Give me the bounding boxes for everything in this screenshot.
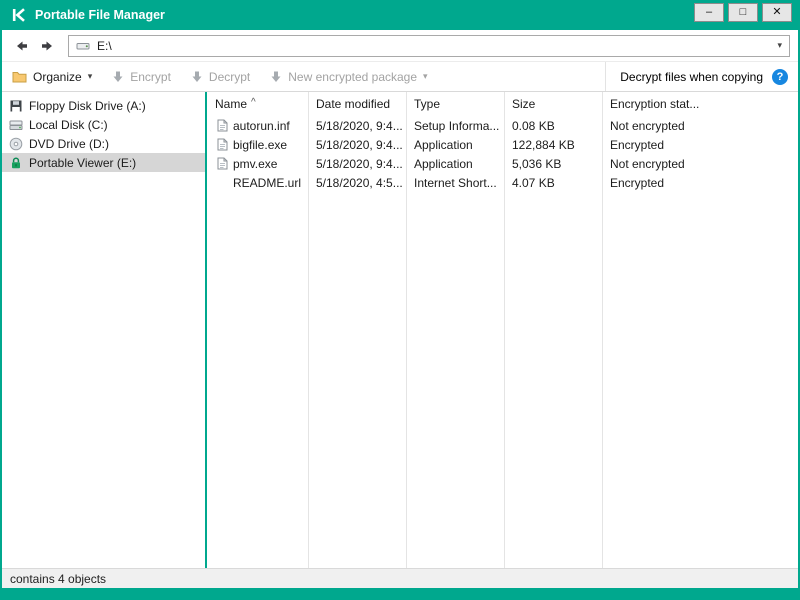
file-list-pane: Name ^ Date modified Type Size Encryption…: [207, 92, 798, 568]
file-row[interactable]: pmv.exe 5/18/2020, 9:4... Application 5,…: [207, 154, 798, 173]
decrypt-label: Decrypt: [208, 69, 251, 84]
title-bar: Portable File Manager – □ ✕: [2, 0, 798, 30]
sidebar-item-label: Portable Viewer (E:): [29, 155, 137, 170]
dvd-disc-icon: [9, 137, 23, 151]
chevron-down-icon: ▾: [423, 71, 428, 81]
column-header-name[interactable]: Name ^: [207, 97, 308, 111]
file-name: autorun.inf: [233, 118, 290, 133]
column-separator: [602, 92, 603, 568]
minimize-icon: –: [705, 6, 713, 18]
window-title: Portable File Manager: [35, 8, 165, 22]
file-type: Application: [414, 156, 473, 171]
column-separator: [406, 92, 407, 568]
encrypt-button[interactable]: Encrypt: [112, 70, 171, 84]
hard-disk-icon: [9, 118, 23, 132]
file-icon: [217, 138, 228, 151]
sidebar-item-local-disk-c[interactable]: Local Disk (C:): [2, 115, 205, 134]
decrypt-button[interactable]: Decrypt: [191, 70, 250, 84]
file-encryption-status: Not encrypted: [610, 118, 685, 133]
chevron-down-icon: ▾: [87, 71, 93, 81]
app-logo-icon: [12, 8, 26, 22]
file-type: Internet Short...: [414, 175, 497, 190]
file-name: pmv.exe: [233, 156, 278, 171]
file-size: 4.07 KB: [512, 175, 555, 190]
sidebar-item-label: Local Disk (C:): [29, 117, 108, 132]
sidebar-item-label: DVD Drive (D:): [29, 136, 109, 151]
drive-icon: [76, 40, 90, 52]
sidebar-item-portable-viewer-e[interactable]: Portable Viewer (E:): [2, 153, 205, 172]
file-icon: [217, 157, 228, 170]
column-header-type[interactable]: Type: [406, 97, 504, 111]
sort-ascending-icon: ^: [251, 97, 256, 108]
encrypt-arrow-icon: [112, 70, 124, 83]
status-bar: contains 4 objects: [2, 568, 798, 588]
forward-arrow-icon: [41, 41, 52, 50]
encrypted-drive-lock-icon: [9, 156, 23, 170]
maximize-button[interactable]: □: [728, 3, 758, 22]
help-icon[interactable]: ?: [772, 68, 788, 85]
minimize-button[interactable]: –: [694, 3, 724, 22]
file-type: Setup Informa...: [414, 118, 500, 133]
maximize-icon: □: [739, 6, 747, 18]
column-separator: [308, 92, 309, 568]
portable-file-manager-window: Portable File Manager – □ ✕ E:\ ▾ Organi…: [0, 0, 800, 600]
file-date-modified: 5/18/2020, 9:4...: [316, 137, 403, 152]
sidebar-item-floppy-drive-a[interactable]: Floppy Disk Drive (A:): [2, 96, 205, 115]
close-icon: ✕: [772, 6, 782, 18]
sidebar-item-dvd-drive-d[interactable]: DVD Drive (D:): [2, 134, 205, 153]
column-header-size[interactable]: Size: [504, 97, 602, 111]
sidebar-item-label: Floppy Disk Drive (A:): [29, 98, 146, 113]
window-controls: – □ ✕: [694, 3, 792, 22]
new-package-arrow-icon: [270, 70, 282, 83]
forward-button[interactable]: [36, 35, 58, 57]
encrypt-label: Encrypt: [130, 69, 171, 84]
navigation-bar: E:\ ▾: [2, 30, 798, 62]
file-rows: autorun.inf 5/18/2020, 9:4... Setup Info…: [207, 116, 798, 192]
address-dropdown-icon[interactable]: ▾: [777, 40, 782, 51]
toolbar: Organize ▾ Encrypt Decrypt New encrypted…: [2, 62, 798, 92]
close-button[interactable]: ✕: [762, 3, 792, 22]
floppy-disk-icon: [9, 99, 23, 113]
file-date-modified: 5/18/2020, 9:4...: [316, 156, 403, 171]
content-area: Floppy Disk Drive (A:) Local Disk (C:) D…: [2, 92, 798, 568]
window-border-bottom: [2, 588, 798, 600]
file-name: bigfile.exe: [233, 137, 288, 152]
new-encrypted-package-label: New encrypted package: [288, 69, 418, 84]
file-size: 122,884 KB: [512, 137, 575, 152]
decrypt-when-copying-label: Decrypt files when copying: [620, 69, 763, 84]
column-header-date-modified[interactable]: Date modified: [308, 97, 406, 111]
column-header-encryption-status[interactable]: Encryption stat...: [602, 97, 798, 111]
decrypt-arrow-icon: [191, 70, 203, 83]
file-encryption-status: Not encrypted: [610, 156, 685, 171]
file-size: 5,036 KB: [512, 156, 562, 171]
file-row[interactable]: README.url 5/18/2020, 4:5... Internet Sh…: [207, 173, 798, 192]
organize-label: Organize: [33, 69, 82, 84]
file-encryption-status: Encrypted: [610, 175, 665, 190]
file-name: README.url: [233, 175, 302, 190]
back-arrow-icon: [16, 41, 27, 50]
file-row[interactable]: autorun.inf 5/18/2020, 9:4... Setup Info…: [207, 116, 798, 135]
toolbar-right-section: Decrypt files when copying ?: [605, 62, 788, 91]
file-encryption-status: Encrypted: [610, 137, 665, 152]
new-encrypted-package-button[interactable]: New encrypted package ▾: [270, 69, 428, 84]
file-size: 0.08 KB: [512, 118, 555, 133]
setup-file-icon: [217, 119, 228, 132]
file-row[interactable]: bigfile.exe 5/18/2020, 9:4... Applicatio…: [207, 135, 798, 154]
list-header: Name ^ Date modified Type Size Encryption…: [207, 92, 798, 116]
address-path: E:\: [97, 38, 112, 53]
folder-icon: [12, 70, 27, 83]
organize-button[interactable]: Organize ▾: [12, 70, 92, 84]
status-text: contains 4 objects: [10, 571, 107, 586]
address-bar[interactable]: E:\ ▾: [68, 34, 790, 57]
file-date-modified: 5/18/2020, 4:5...: [316, 175, 403, 190]
file-type: Application: [414, 137, 473, 152]
file-date-modified: 5/18/2020, 9:4...: [316, 118, 403, 133]
back-button[interactable]: [10, 35, 32, 57]
column-separator: [504, 92, 505, 568]
drive-tree: Floppy Disk Drive (A:) Local Disk (C:) D…: [2, 92, 205, 568]
